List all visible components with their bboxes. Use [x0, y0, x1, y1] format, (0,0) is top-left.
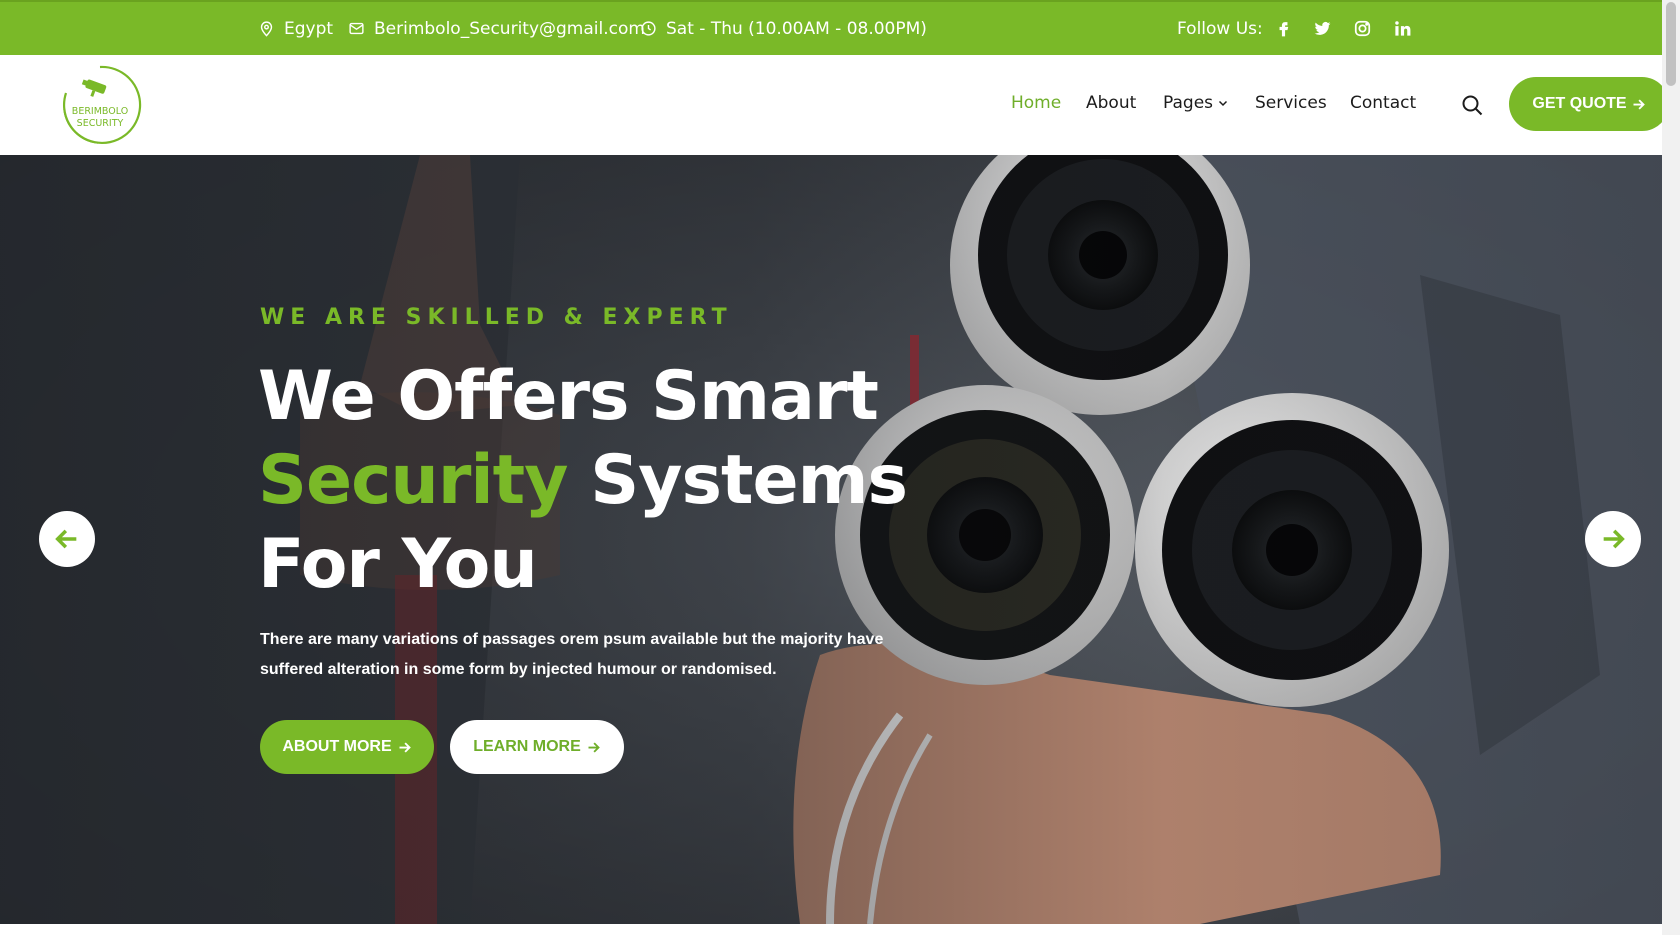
- logo-icon: BERIMBOLO SECURITY: [63, 65, 142, 145]
- nav-home[interactable]: Home: [1011, 93, 1061, 113]
- arrow-right-icon: [399, 741, 411, 753]
- get-quote-label: GET QUOTE: [1532, 95, 1627, 112]
- nav-contact[interactable]: Contact: [1350, 93, 1416, 113]
- slider-next-button[interactable]: [1585, 511, 1641, 567]
- search-icon[interactable]: [1460, 93, 1484, 117]
- top-bar: Egypt Berimbolo_Security@gmail.com Sat -…: [0, 0, 1662, 55]
- slider-prev-button[interactable]: [39, 511, 95, 567]
- headline-line3: For You: [258, 525, 538, 604]
- nav-pages[interactable]: Pages: [1163, 93, 1229, 113]
- page-bottom: [0, 924, 1662, 935]
- clock-icon: [641, 21, 656, 36]
- arrow-right-icon: [1603, 529, 1625, 549]
- headline-line2: Systems: [590, 441, 908, 520]
- nav-pages-label: Pages: [1163, 93, 1214, 113]
- facebook-icon: [1279, 22, 1288, 37]
- get-quote-button[interactable]: GET QUOTE: [1509, 77, 1669, 131]
- location-text: Egypt: [284, 18, 334, 39]
- twitter-link[interactable]: [1311, 2, 1333, 55]
- instagram-link[interactable]: [1351, 2, 1373, 55]
- logo-text-line2: SECURITY: [77, 118, 124, 129]
- learn-more-button[interactable]: LEARN MORE: [450, 720, 624, 774]
- nav-about[interactable]: About: [1086, 93, 1136, 113]
- learn-more-label: LEARN MORE: [473, 738, 581, 755]
- about-more-button[interactable]: ABOUT MORE: [260, 720, 434, 774]
- scrollbar-thumb[interactable]: [1666, 2, 1676, 86]
- site-logo[interactable]: BERIMBOLO SECURITY: [58, 63, 142, 147]
- facebook-link[interactable]: [1272, 2, 1294, 55]
- hero-eyebrow: WE ARE SKILLED & EXPERT: [260, 305, 733, 330]
- email-item[interactable]: Berimbolo_Security@gmail.com: [348, 2, 645, 55]
- twitter-icon: [1314, 22, 1330, 35]
- page: Egypt Berimbolo_Security@gmail.com Sat -…: [0, 0, 1680, 935]
- arrow-right-icon: [588, 741, 600, 753]
- follow-label-text: Follow Us:: [1177, 18, 1263, 39]
- main-header: BERIMBOLO SECURITY Home About Pages Serv…: [0, 55, 1669, 155]
- about-more-label: ABOUT MORE: [282, 738, 392, 755]
- follow-label: Follow Us:: [1177, 2, 1263, 55]
- nav-services[interactable]: Services: [1255, 93, 1327, 113]
- headline-line1: We Offers Smart: [258, 357, 879, 436]
- hero-slider: WE ARE SKILLED & EXPERT We Offers Smart …: [0, 155, 1662, 924]
- headline-accent: Security: [258, 441, 568, 520]
- arrow-left-icon: [55, 529, 77, 549]
- chevron-down-icon: [1218, 100, 1228, 107]
- hours-text: Sat - Thu (10.00AM - 08.00PM): [666, 18, 927, 39]
- hero-description: There are many variations of passages or…: [260, 631, 884, 678]
- logo-text-line1: BERIMBOLO: [72, 106, 128, 117]
- scrollbar-track[interactable]: [1662, 0, 1680, 935]
- location-icon: [260, 21, 273, 37]
- hero-headline: We Offers Smart Security Systems For You: [258, 355, 908, 607]
- linkedin-link[interactable]: [1391, 2, 1413, 55]
- location-item: Egypt: [258, 2, 333, 55]
- hours-item: Sat - Thu (10.00AM - 08.00PM): [640, 2, 927, 55]
- mail-icon: [349, 22, 364, 35]
- arrow-right-icon: [1633, 98, 1645, 110]
- linkedin-icon: [1394, 21, 1410, 36]
- email-text[interactable]: Berimbolo_Security@gmail.com: [374, 19, 645, 39]
- instagram-icon: [1354, 20, 1370, 37]
